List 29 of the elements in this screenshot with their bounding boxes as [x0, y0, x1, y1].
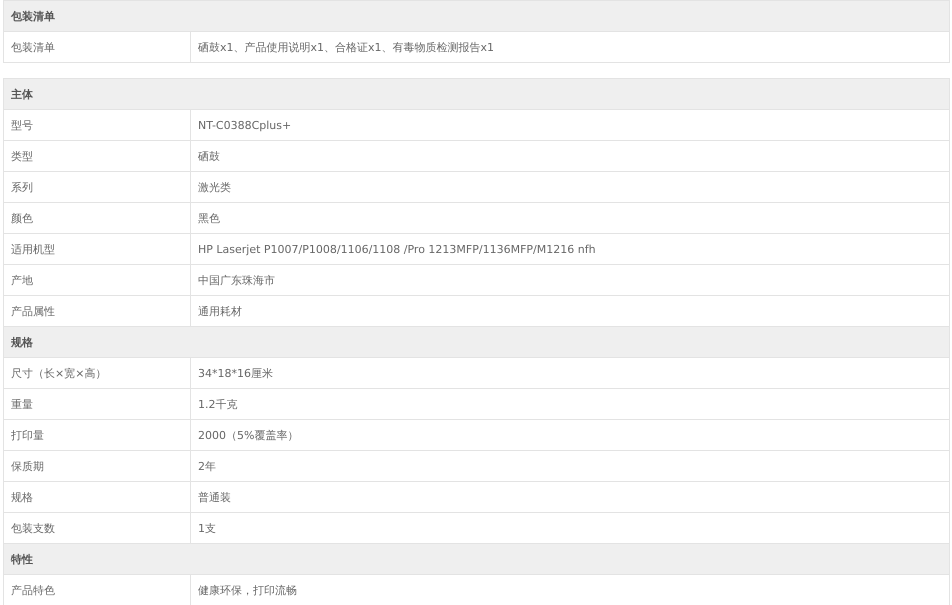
spec-label: 尺寸（长×宽×高） — [4, 358, 190, 388]
spec-label: 保质期 — [4, 450, 190, 482]
spec-value: 激光类 — [190, 172, 950, 202]
spec-value: HP Laserjet P1007/P1008/1106/1108 /Pro 1213MFP/1136MFP/M1216 nfh — [190, 234, 950, 264]
spec-label: 类型 — [4, 140, 190, 172]
section-header: 包装清单 — [4, 0, 950, 32]
spec-value: 2000（5%覆盖率） — [190, 420, 950, 450]
spec-value: 普通装 — [190, 482, 950, 512]
spec-value: 1.2千克 — [190, 388, 950, 420]
spec-label: 产地 — [4, 264, 190, 296]
section-header: 主体 — [4, 78, 950, 110]
spec-label: 系列 — [4, 172, 190, 202]
spec-label: 规格 — [4, 482, 190, 512]
spec-label: 颜色 — [4, 202, 190, 234]
spec-label: 适用机型 — [4, 234, 190, 264]
spec-label: 型号 — [4, 110, 190, 140]
spec-value: 黑色 — [190, 202, 950, 234]
spec-value: NT-C0388Cplus+ — [190, 110, 950, 140]
section-header: 规格 — [4, 326, 950, 358]
spec-label: 产品特色 — [4, 574, 190, 605]
spec-value: 硒鼓 — [190, 140, 950, 172]
spec-value: 2年 — [190, 450, 950, 482]
spec-value: 34*18*16厘米 — [190, 358, 950, 388]
spec-label: 重量 — [4, 388, 190, 420]
spec-value: 硒鼓x1、产品使用说明x1、合格证x1、有毒物质检测报告x1 — [190, 32, 950, 62]
section-header: 特性 — [4, 544, 950, 574]
spec-label: 打印量 — [4, 420, 190, 450]
spec-label: 包装清单 — [4, 32, 190, 62]
spec-value: 中国广东珠海市 — [190, 264, 950, 296]
